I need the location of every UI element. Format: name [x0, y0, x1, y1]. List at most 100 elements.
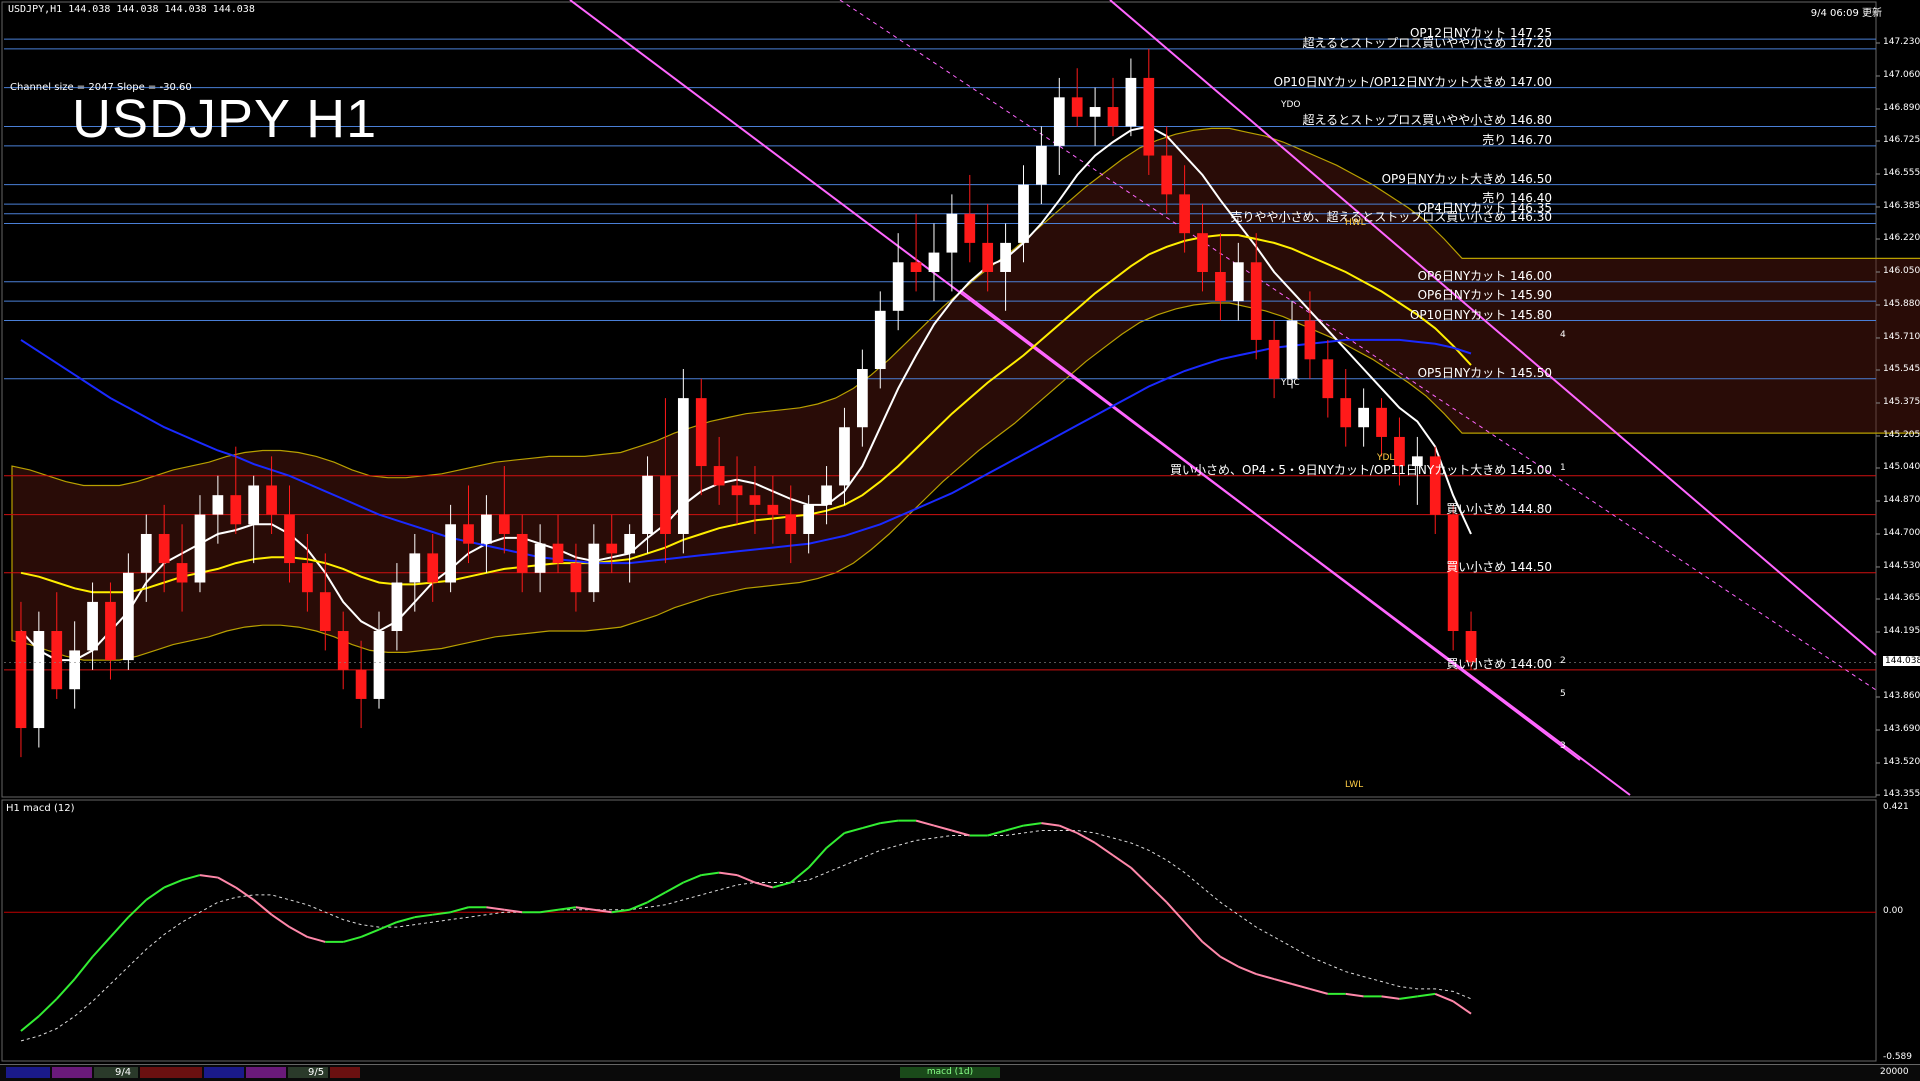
macd-segment-62: [1112, 854, 1132, 869]
macd-segment-15: [271, 913, 291, 928]
macd-segment-66: [1183, 921, 1204, 943]
macd-segment-7: [127, 899, 147, 918]
price-tick-21: 143.520: [1883, 756, 1920, 767]
candle-7: [140, 533, 152, 573]
macd-segment-40: [719, 871, 738, 877]
session-seg-8: [330, 1067, 360, 1078]
level-label-13: 買い小さめ、OP4・5・9日NYカット/OP11日NYカット大きめ 145.00: [1170, 462, 1552, 477]
candle-23: [427, 553, 439, 583]
candle-41: [749, 495, 761, 505]
candle-34: [624, 533, 636, 554]
macd-segment-9: [163, 879, 183, 889]
macd-segment-51: [915, 819, 935, 827]
macd-segment-78: [1399, 995, 1418, 1000]
candle-43: [785, 514, 797, 534]
candle-39: [713, 466, 725, 486]
candle-64: [1161, 155, 1173, 195]
macd-segment-48: [862, 822, 881, 830]
candle-53: [964, 213, 976, 243]
ydc-tag: YDC: [1281, 378, 1300, 388]
price-tick-6: 146.220: [1883, 232, 1920, 243]
macd-segment-61: [1094, 842, 1114, 857]
macd-segment-39: [701, 871, 720, 877]
candle-18: [337, 631, 349, 670]
candle-46: [839, 427, 850, 486]
macd-segment-67: [1201, 941, 1222, 958]
macd-segment-13: [235, 886, 255, 901]
candle-29: [534, 543, 546, 573]
macd-segment-5: [91, 936, 112, 958]
channel-marker-3: 3: [1560, 741, 1566, 751]
session-seg-6: [246, 1067, 286, 1078]
price-tick-17: 144.365: [1883, 592, 1920, 603]
macd-segment-68: [1219, 955, 1239, 968]
session-seg-4: [140, 1067, 202, 1078]
macd-segment-19: [342, 935, 362, 943]
level-label-11: OP10日NYカット 145.80: [1409, 307, 1552, 322]
price-tick-18: 144.195: [1883, 625, 1920, 636]
level-label-9: OP6日NYカット 146.00: [1417, 268, 1552, 283]
candle-65: [1179, 194, 1190, 234]
candle-48: [874, 310, 886, 370]
macd-segment-20: [360, 928, 380, 938]
macd-segment-4: [73, 956, 94, 980]
channel-marker-2: 2: [1560, 656, 1566, 666]
price-tick-19: 143.860: [1883, 690, 1920, 701]
level-label-12: OP5日NYカット 145.50: [1417, 365, 1552, 380]
candle-59: [1071, 97, 1083, 117]
candle-76: [1376, 407, 1387, 437]
candle-26: [481, 514, 492, 544]
level-label-10: OP6日NYカット 145.90: [1417, 288, 1552, 303]
level-label-2: OP10日NYカット/OP12日NYカット大きめ 147.00: [1273, 74, 1552, 89]
price-tick-10: 145.545: [1883, 363, 1920, 374]
candle-35: [642, 475, 653, 534]
macd-segment-55: [987, 829, 1006, 837]
candle-68: [1232, 262, 1244, 302]
candle-61: [1107, 107, 1119, 127]
macd-segment-49: [880, 819, 899, 825]
macd-segment-80: [1434, 992, 1454, 1003]
candle-72: [1304, 320, 1316, 360]
macd-segment-77: [1381, 995, 1400, 1000]
price-tick-13: 145.040: [1883, 461, 1920, 472]
macd-segment-46: [825, 832, 846, 849]
candle-38: [695, 398, 707, 467]
macd-segment-38: [682, 874, 702, 884]
session-seg-2: [52, 1067, 92, 1078]
macd-segment-25: [450, 906, 469, 914]
macd-segment-70: [1255, 973, 1275, 981]
candle-49: [892, 262, 904, 311]
candle-62: [1125, 77, 1137, 127]
price-tick-2: 146.890: [1883, 102, 1920, 113]
candle-55: [1000, 242, 1011, 272]
macd-segment-60: [1076, 832, 1096, 844]
status-tab[interactable]: macd (1d): [900, 1067, 1000, 1078]
macd-panel-frame: [1, 799, 1877, 1062]
macd-segment-16: [289, 926, 308, 938]
candle-11: [212, 495, 224, 515]
price-tick-3: 146.725: [1883, 134, 1920, 145]
price-tick-8: 145.880: [1883, 298, 1920, 309]
candle-14: [266, 485, 277, 515]
candle-32: [588, 543, 600, 593]
chart-window: USDJPY,H1 144.038 144.038 144.038 144.03…: [0, 0, 1920, 1081]
candle-27: [498, 514, 510, 534]
macd-segment-53: [951, 829, 971, 837]
candle-40: [731, 485, 743, 496]
price-tick-15: 144.700: [1883, 527, 1920, 538]
macd-segment-12: [217, 876, 237, 889]
candle-5: [105, 601, 116, 661]
macd-segment-45: [807, 847, 828, 869]
candle-24: [445, 524, 456, 583]
candle-0: [15, 631, 27, 729]
level-label-1: 超えるとストップロス買いやや小さめ 147.20: [1302, 35, 1552, 50]
candle-28: [516, 533, 528, 573]
channel-marker-5: 5: [1560, 689, 1566, 699]
macd-segment-6: [109, 916, 130, 938]
candle-56: [1018, 184, 1029, 243]
price-chart[interactable]: [0, 0, 1920, 1080]
level-label-5: OP9日NYカット大きめ 146.50: [1381, 171, 1552, 186]
macd-segment-11: [199, 874, 219, 879]
candle-21: [391, 582, 403, 632]
candle-9: [176, 563, 188, 583]
